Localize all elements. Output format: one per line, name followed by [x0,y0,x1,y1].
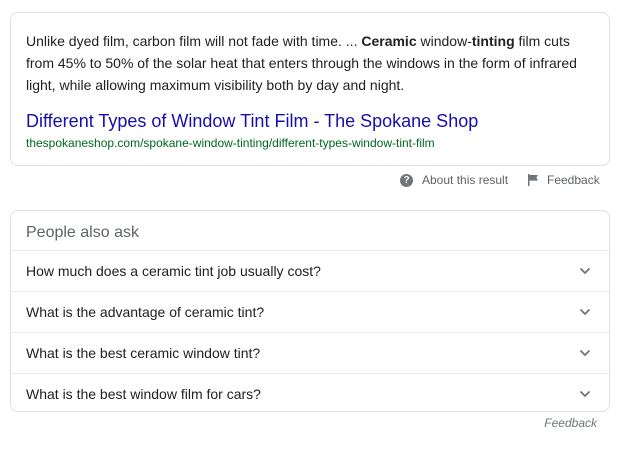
flag-icon [528,174,538,186]
question-text: How much does a ceramic tint job usually… [26,263,321,279]
result-url: thespokaneshop.com/spokane-window-tintin… [26,136,435,150]
paa-feedback-link[interactable]: Feedback [544,416,597,430]
question-circle-icon: ? [400,173,413,187]
snippet-text-part: window- [416,33,472,49]
about-this-result-button[interactable]: ? About this result [400,170,508,190]
about-this-result-label: About this result [422,173,509,187]
snippet-bold-term: Ceramic [361,33,417,49]
result-meta-row: ? About this result Feedback [0,170,622,190]
result-title-link[interactable]: Different Types of Window Tint Film - Th… [26,109,478,133]
snippet-bold-term: tinting [471,33,515,49]
question-text: What is the best window film for cars? [26,386,261,402]
feedback-button[interactable]: Feedback [527,170,600,190]
chevron-down-icon[interactable] [579,265,591,277]
chevron-down-icon[interactable] [579,306,591,318]
people-also-ask-heading: People also ask [26,224,139,241]
question-item[interactable]: What is the best window film for cars? [11,373,609,414]
people-also-ask-list: How much does a ceramic tint job usually… [11,250,609,414]
snippet-text-part: Unlike dyed film, carbon film will not f… [26,33,362,49]
question-item[interactable]: What is the best ceramic window tint? [11,332,609,373]
chevron-down-icon[interactable] [579,347,591,359]
snippet-text: Unlike dyed film, carbon film will not f… [26,30,596,96]
chevron-down-icon[interactable] [579,388,591,400]
feedback-label: Feedback [547,173,600,187]
featured-snippet-card: Unlike dyed film, carbon film will not f… [10,12,610,166]
people-also-ask-card: People also ask How much does a ceramic … [10,210,610,412]
question-item[interactable]: How much does a ceramic tint job usually… [11,250,609,291]
question-item[interactable]: What is the advantage of ceramic tint? [11,291,609,332]
question-text: What is the advantage of ceramic tint? [26,304,265,320]
question-text: What is the best ceramic window tint? [26,345,261,361]
